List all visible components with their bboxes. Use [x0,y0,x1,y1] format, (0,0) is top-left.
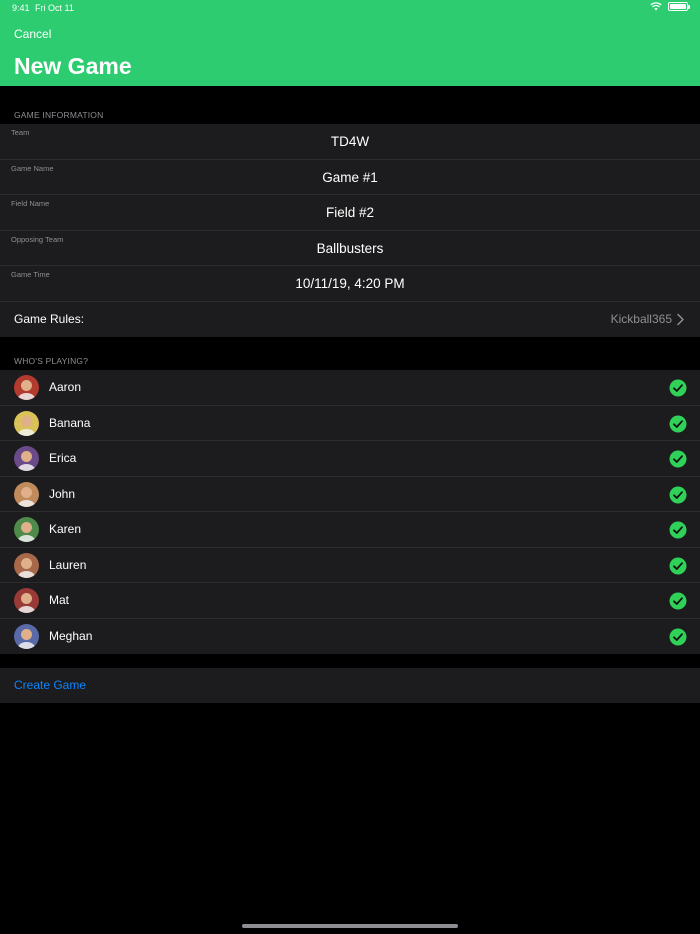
game-name-field-value[interactable]: Game #1 [0,170,700,185]
game-rules-value: Kickball365 [610,311,672,326]
player-name: Meghan [49,628,93,643]
chevron-right-icon [677,313,684,325]
game-information-section-title: GAME INFORMATION [14,110,104,120]
opposing-team-field-value[interactable]: Ballbusters [0,241,700,256]
checkmark-circle-icon[interactable] [669,521,687,539]
home-indicator [242,924,458,928]
page-title: New Game [14,53,132,79]
team-field[interactable]: Team TD4W [0,124,700,160]
create-game-button[interactable]: Create Game [14,678,86,692]
player-name: Mat [49,593,70,607]
player-name: Erica [49,451,77,465]
player-row[interactable]: Meghan [0,619,700,655]
player-avatar [14,481,39,507]
status-icons [650,2,690,11]
player-row[interactable]: John [0,477,700,512]
player-avatar [14,446,39,471]
cancel-button[interactable]: Cancel [14,27,51,41]
players-section-title: WHO'S PLAYING? [14,356,89,366]
create-game-row[interactable]: Create Game [0,668,700,703]
checkmark-circle-icon[interactable] [669,592,687,610]
checkmark-circle-icon[interactable] [669,415,687,433]
player-name: Lauren [49,557,87,572]
opposing-team-field[interactable]: Opposing Team Ballbusters [0,231,700,266]
player-row[interactable]: Lauren [0,548,700,583]
player-row[interactable]: Mat [0,583,700,619]
battery-icon [668,2,690,11]
player-row[interactable]: Banana [0,406,700,441]
player-row[interactable]: Karen [0,512,700,548]
nav-header: 9:41 Fri Oct 11 Cancel New Game [0,0,700,86]
player-row[interactable]: Aaron [0,370,700,406]
player-name: Karen [49,522,82,536]
player-avatar [14,588,39,613]
player-name: John [49,486,76,501]
player-avatar [14,375,39,400]
game-information-group: Team TD4W Game Name Game #1 Field Name F… [0,124,700,337]
player-avatar [14,517,39,542]
player-avatar [14,623,39,649]
player-avatar [14,552,39,578]
player-name: Banana [49,415,91,430]
wifi-icon [650,2,662,11]
player-avatar [14,410,39,436]
team-field-value[interactable]: TD4W [0,134,700,149]
game-time-field[interactable]: Game Time 10/11/19, 4:20 PM [0,266,700,302]
game-time-field-value[interactable]: 10/11/19, 4:20 PM [0,276,700,291]
checkmark-circle-icon[interactable] [669,450,687,468]
player-name: Aaron [49,380,82,394]
checkmark-circle-icon[interactable] [669,486,687,504]
checkmark-circle-icon[interactable] [669,379,687,397]
field-name-field-value[interactable]: Field #2 [0,205,700,220]
game-rules-label: Game Rules: [14,311,85,326]
player-row[interactable]: Erica [0,441,700,477]
game-rules-row[interactable]: Game Rules: Kickball365 [0,302,700,338]
checkmark-circle-icon[interactable] [669,628,687,646]
game-name-field[interactable]: Game Name Game #1 [0,160,700,195]
status-date: Fri Oct 11 [35,3,74,13]
checkmark-circle-icon[interactable] [669,557,687,575]
field-name-field[interactable]: Field Name Field #2 [0,195,700,231]
players-list: Aaron Banana Erica John Karen Lauren Mat Meghan [0,370,700,654]
status-time: 9:41 [12,3,30,13]
